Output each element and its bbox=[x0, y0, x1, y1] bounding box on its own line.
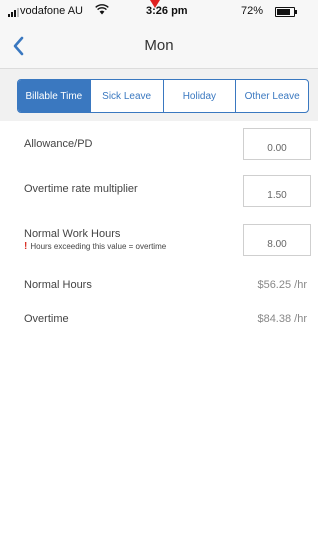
tab-sick-leave[interactable]: Sick Leave bbox=[89, 80, 163, 112]
carrier-name: vodafone AU bbox=[20, 5, 83, 17]
overtime-hint-text: Hours exceeding this value = overtime bbox=[30, 242, 167, 251]
normal-hours-rate: $56.25 /hr bbox=[257, 279, 307, 291]
tab-holiday[interactable]: Holiday bbox=[162, 80, 236, 112]
leave-type-segmented-control: Billable Time Sick Leave Holiday Other L… bbox=[17, 79, 309, 113]
battery-icon bbox=[275, 7, 297, 17]
normal-work-hours-label: Normal Work Hours bbox=[24, 228, 121, 240]
normal-hours-label: Normal Hours bbox=[24, 279, 92, 291]
overtime-rate: $84.38 /hr bbox=[257, 313, 307, 325]
overtime-rate-input[interactable]: 1.50 bbox=[243, 175, 311, 207]
normal-work-hours-input[interactable]: 8.00 bbox=[243, 224, 311, 256]
overtime-label: Overtime bbox=[24, 313, 69, 325]
signal-strength-icon bbox=[8, 8, 19, 17]
navigation-bar: Mon bbox=[0, 24, 318, 69]
page-title: Mon bbox=[144, 37, 174, 54]
battery-percentage: 72% bbox=[241, 5, 264, 17]
tab-billable-time[interactable]: Billable Time bbox=[18, 80, 90, 112]
wifi-icon bbox=[95, 4, 109, 18]
overtime-rate-label: Overtime rate multiplier bbox=[24, 183, 138, 195]
status-bar: vodafone AU 3:26 pm 72% bbox=[0, 0, 318, 24]
warning-icon: ! bbox=[24, 241, 28, 252]
allowance-input[interactable]: 0.00 bbox=[243, 128, 311, 160]
allowance-label: Allowance/PD bbox=[24, 138, 93, 150]
tab-bar-area: Billable Time Sick Leave Holiday Other L… bbox=[0, 69, 318, 121]
tab-other-leave[interactable]: Other Leave bbox=[235, 80, 308, 112]
status-time: 3:26 pm bbox=[146, 5, 188, 17]
overtime-hint: ! Hours exceeding this value = overtime bbox=[24, 241, 166, 252]
